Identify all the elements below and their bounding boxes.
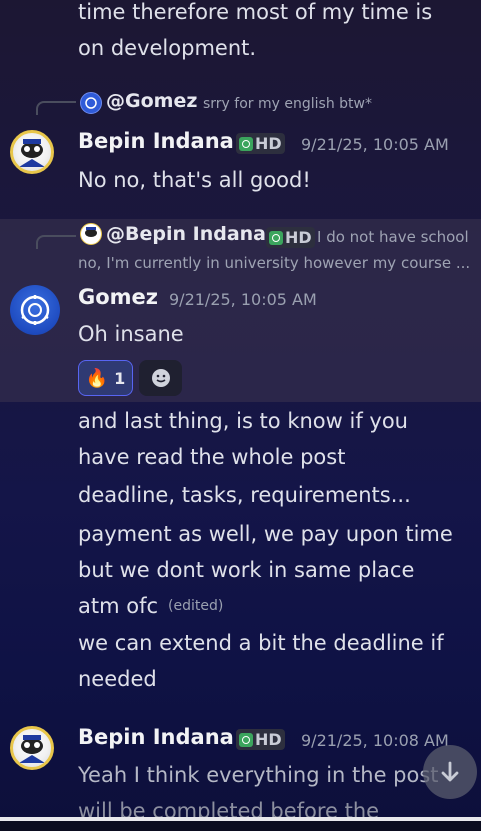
replied-user-avatar[interactable]: [80, 92, 102, 114]
reply-mention[interactable]: @Bepin Indana: [106, 223, 266, 245]
shield-icon: [239, 732, 253, 747]
message-text: Oh insane: [78, 322, 184, 346]
reply-mention[interactable]: @Gomez: [106, 90, 197, 112]
message-text-line: needed: [78, 667, 157, 691]
avatar[interactable]: [10, 726, 54, 770]
message-text-line: atm ofc: [78, 594, 159, 618]
message-text-line: but we dont work in same place: [78, 558, 415, 582]
message-text-line: payment as well, we pay upon time: [78, 522, 453, 546]
badge-label: HD: [255, 730, 282, 749]
arrow-down-icon: [441, 761, 459, 782]
message-timestamp: 9/21/25, 10:08 AM: [301, 731, 449, 750]
message-author[interactable]: Gomez: [78, 285, 158, 309]
reply-connector: [36, 235, 76, 249]
replied-user-avatar[interactable]: [80, 223, 102, 245]
message-text-line: have read the whole post: [78, 445, 346, 469]
avatar[interactable]: [10, 130, 54, 174]
message-timestamp: 9/21/25, 10:05 AM: [169, 290, 317, 309]
edited-label: (edited): [168, 598, 224, 614]
avatar[interactable]: [10, 285, 60, 335]
message-text: No no, that's all good!: [78, 168, 311, 192]
message-text-line: Yeah I think everything in the post: [78, 763, 439, 787]
message-timestamp: 9/21/25, 10:05 AM: [301, 135, 449, 154]
message-author[interactable]: Bepin Indana: [78, 725, 234, 749]
smiley-add-reaction-icon: [151, 369, 170, 387]
reply-connector: [36, 101, 76, 115]
hd-badge-icon[interactable]: HD: [236, 133, 285, 154]
fire-icon: 🔥: [85, 367, 109, 389]
badge-label: HD: [255, 134, 282, 153]
scroll-to-bottom-button[interactable]: [423, 745, 477, 799]
hd-badge-icon[interactable]: HD: [236, 729, 285, 750]
message-author[interactable]: Bepin Indana: [78, 129, 234, 153]
message-text-line: we can extend a bit the deadline if: [78, 631, 444, 655]
reply-preview[interactable]: I do not have school: [317, 228, 469, 246]
message-text: deadline, tasks, requirements...: [78, 483, 411, 507]
message-text-line: and last thing, is to know if you: [78, 409, 408, 433]
shield-icon: [239, 136, 253, 151]
hd-badge-icon[interactable]: HD: [266, 227, 315, 248]
add-reaction-button[interactable]: [139, 360, 182, 396]
shield-icon: [269, 230, 283, 245]
reply-preview[interactable]: srry for my english btw*: [203, 96, 372, 112]
reaction-count: 1: [114, 368, 126, 388]
message-text-line: time therefore most of my time is: [78, 0, 433, 24]
badge-label: HD: [285, 228, 312, 247]
bottom-bar: [0, 821, 481, 831]
reaction-fire[interactable]: 🔥 1: [78, 360, 133, 396]
reply-preview[interactable]: no, I'm currently in university however …: [78, 254, 470, 272]
message-text-line: on development.: [78, 36, 257, 60]
